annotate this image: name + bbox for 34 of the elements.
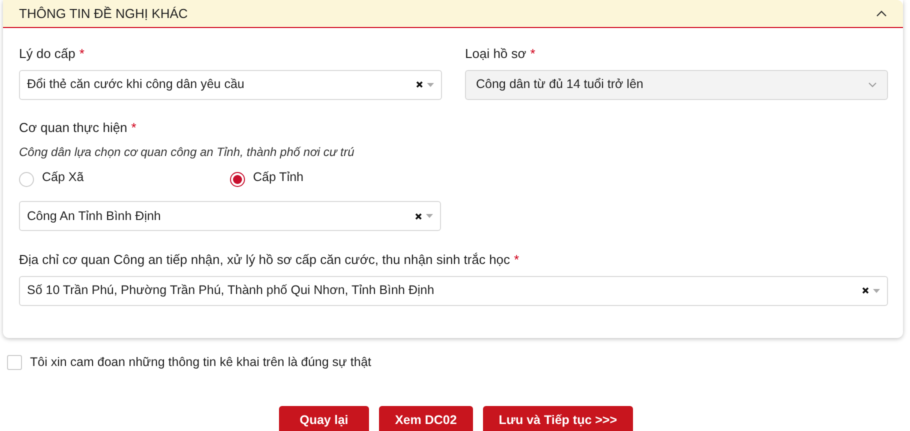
required-mark: * (514, 251, 520, 269)
required-mark: * (530, 45, 536, 63)
field-label: Loại hồ sơ (465, 45, 526, 63)
clear-icon[interactable] (416, 81, 423, 88)
action-button[interactable]: Quay lại (278, 406, 369, 431)
checkbox-label: Tôi xin cam đoan những thông tin kê khai trên là đúng sự thật (30, 354, 372, 371)
select-value: Công dân từ đủ 14 tuổi trở lên (475, 76, 644, 94)
field-label: Cơ quan thực hiện (19, 118, 128, 137)
action-button[interactable]: Xem DC02 (378, 406, 473, 431)
radio-label: Cấp Xã (42, 169, 84, 186)
caret-icon (427, 82, 434, 86)
clear-icon[interactable] (862, 287, 869, 294)
checkbox[interactable] (7, 355, 22, 370)
select-value: Số 10 Trần Phú, Phường Trần Phú, Thành phố Qui Nhơn, Tỉnh Bình Định (27, 282, 436, 300)
required-mark: * (131, 118, 136, 136)
radio-label: Cấp Tỉnh (253, 169, 304, 186)
chevron-down-icon (868, 82, 877, 88)
select-value: Đổi thẻ căn cước khi công dân yêu cầu (27, 76, 246, 94)
select-value: Công An Tỉnh Bình Định (27, 208, 162, 225)
hint-text: Công dân lựa chọn cơ quan công an Tỉnh, thành phố nơi cư trú (19, 144, 356, 161)
field-label: Lý do cấp (19, 45, 76, 63)
caret-icon (426, 214, 433, 218)
caret-icon (873, 288, 880, 292)
clear-icon[interactable] (415, 212, 422, 220)
select-field[interactable]: Công An Tỉnh Bình Định (19, 201, 441, 231)
chevron-up-icon[interactable] (876, 10, 887, 17)
section-header[interactable]: THÔNG TIN ĐỀ NGHỊ KHÁC (3, 0, 903, 28)
required-mark: * (79, 45, 84, 63)
section-title: THÔNG TIN ĐỀ NGHỊ KHÁC (19, 4, 189, 23)
select-field[interactable]: Đổi thẻ căn cước khi công dân yêu cầu (19, 70, 442, 100)
action-button[interactable]: Lưu và Tiếp tục >>> (482, 406, 634, 431)
select-field[interactable]: Số 10 Trần Phú, Phường Trần Phú, Thành phố Qui Nhơn, Tỉnh Bình Định (19, 276, 888, 306)
field-label: Địa chỉ cơ quan Công an tiếp nhận, xử lý hồ sơ cấp căn cước, thu nhận sinh trắc học (19, 251, 510, 269)
radio-button[interactable] (230, 172, 245, 187)
